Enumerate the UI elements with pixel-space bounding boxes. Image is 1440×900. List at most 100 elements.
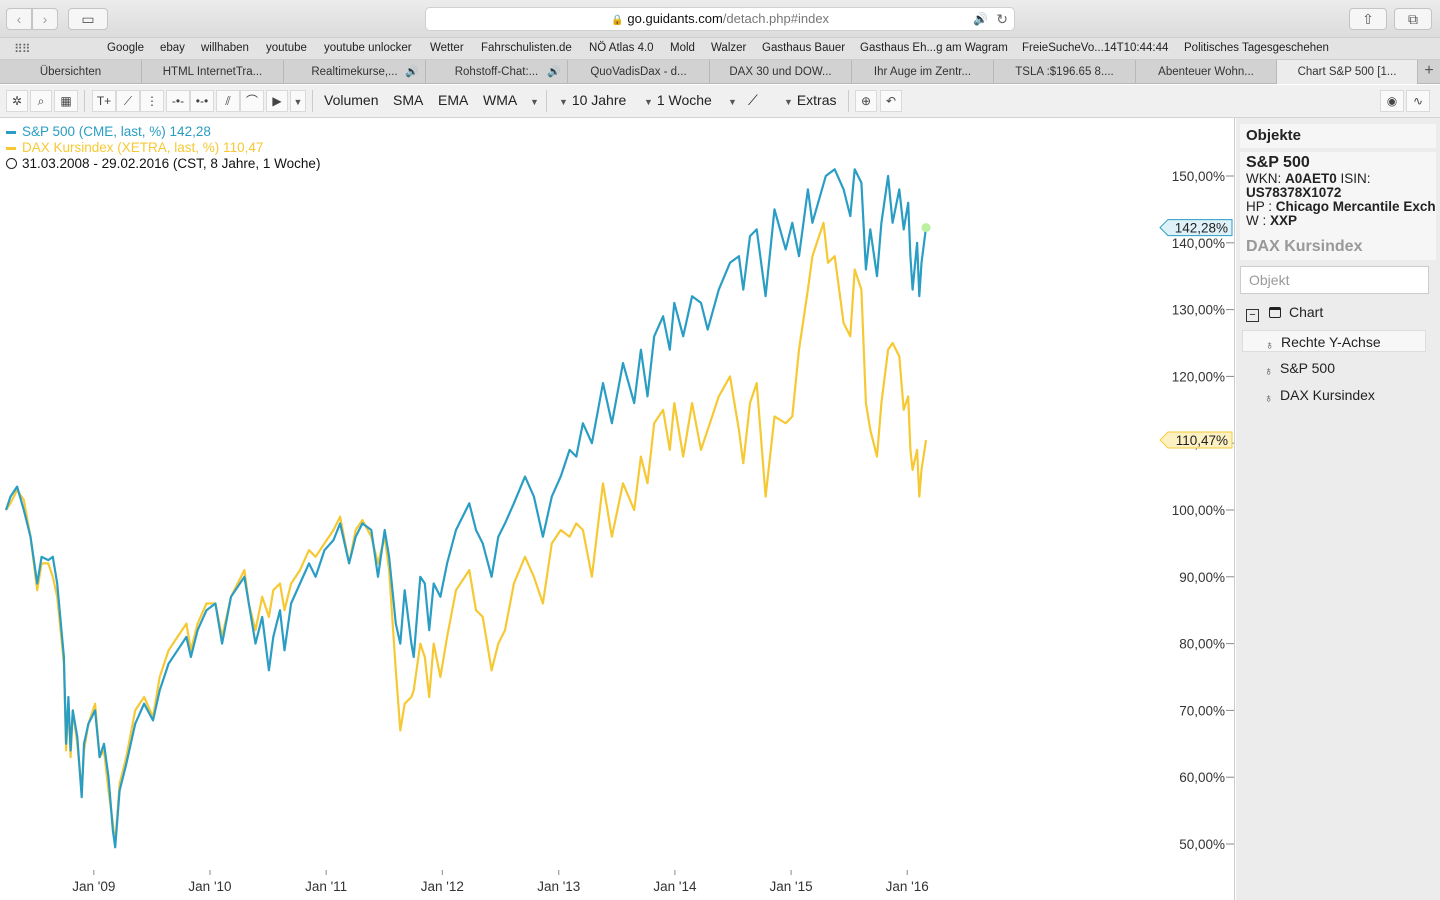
clock-icon [6, 158, 17, 169]
undo-icon[interactable]: ↶ [880, 90, 902, 112]
speaker-icon[interactable]: 🔊 [547, 60, 561, 84]
bookmark[interactable]: Politisches Tagesgeschehen [1184, 42, 1329, 54]
share-icon: ⇧ [1362, 11, 1374, 27]
arc-tool-icon[interactable]: ⌒ [240, 90, 264, 112]
volume-button[interactable]: Volumen [318, 90, 384, 112]
objects-panel: Objekte S&P 500 WKN: A0AET0 ISIN: US7837… [1236, 118, 1440, 900]
legend-item-sp500[interactable]: S&P 500 (CME, last, %) 142,28 [6, 124, 320, 140]
chart-canvas[interactable]: 50,00% 60,00% 70,00% 80,00% 90,00% 100,00% 110… [0, 118, 1234, 900]
chart-legend: S&P 500 (CME, last, %) 142,28 DAX Kursin… [6, 124, 320, 172]
bookmark[interactable]: NÖ Atlas 4.0 [589, 42, 654, 54]
speaker-icon[interactable]: 🔊 [405, 60, 419, 84]
share-button[interactable]: ⇧ [1349, 8, 1387, 30]
bookmark[interactable]: Gasthaus Bauer [762, 42, 845, 54]
tab-overview-button[interactable]: ⧉ [1394, 8, 1432, 30]
bookmark[interactable]: Gasthaus Eh...g am Wagram [860, 42, 1008, 54]
new-tab-button[interactable]: + [1418, 60, 1440, 84]
browser-tab-active[interactable]: Chart S&P 500 [1... [1277, 60, 1418, 84]
legend-item-dax[interactable]: DAX Kursindex (XETRA, last, %) 110,47 [6, 140, 320, 156]
reload-icon[interactable]: ↻ [996, 8, 1008, 30]
tab-label: DAX 30 und DOW... [729, 66, 832, 78]
toolbar-divider [848, 90, 849, 112]
series-line-sp500[interactable] [4, 168, 928, 849]
apps-grid-icon[interactable]: ⠿⠿ [14, 42, 31, 56]
address-bar[interactable]: 🔒 go.guidants.com/detach.php#index 🔊 ↻ [425, 7, 1015, 31]
bookmark[interactable]: willhaben [201, 42, 249, 54]
tree-item-sp500[interactable]: ♁ S&P 500 [1242, 357, 1426, 379]
browser-tab[interactable]: Abenteuer Wohn... [1136, 60, 1277, 84]
bookmark[interactable]: Google [107, 42, 144, 54]
instrument-name: S&P 500 [1246, 154, 1310, 171]
wkn-label: WKN: [1246, 171, 1282, 186]
sidebar-toggle-button[interactable]: ▭ [68, 8, 108, 30]
channel-tool-icon[interactable]: ⫽ [216, 90, 240, 112]
tree-item-dax[interactable]: ♁ DAX Kursindex [1242, 384, 1426, 406]
bookmark[interactable]: Fahrschulisten.de [481, 42, 572, 54]
line-chart-icon[interactable]: ⟋ [742, 90, 764, 112]
extras-select[interactable]: ▼ Extras [778, 90, 843, 112]
interval-select[interactable]: ▼ 1 Woche [638, 90, 718, 112]
zoom-search-icon[interactable]: ⌕ [30, 90, 52, 112]
bookmark[interactable]: youtube unlocker [324, 42, 412, 54]
object-search-input[interactable]: Objekt [1240, 266, 1429, 294]
tree-item-right-y-axis[interactable]: ♁ Rechte Y-Achse [1242, 330, 1426, 352]
chart-type-dropdown[interactable]: ▼ [722, 90, 743, 112]
y-tick-label: 100,00% [1172, 503, 1225, 518]
forward-button[interactable]: › [32, 8, 58, 30]
instrument-ids: WKN: A0AET0 ISIN: [1246, 172, 1430, 186]
bookmark[interactable]: Wetter [430, 42, 464, 54]
url-path: /detach.php#index [722, 11, 830, 26]
tree-label: Rechte Y-Achse [1281, 334, 1381, 350]
last-value-text: 142,28% [1175, 221, 1228, 236]
arrow-tool-icon[interactable]: ▶ [266, 90, 288, 112]
tools-dropdown-icon[interactable]: ▼ [290, 90, 306, 112]
segment-tool-icon[interactable]: •-• [190, 90, 214, 112]
audio-icon[interactable]: 🔊 [973, 8, 988, 30]
time-range-select[interactable]: ▼ 10 Jahre [553, 90, 632, 112]
series-line-dax[interactable] [5, 221, 928, 846]
ema-button[interactable]: EMA [432, 90, 474, 112]
indicator-dropdown[interactable]: ▼ [524, 90, 545, 112]
horizontal-line-tool-icon[interactable]: -•- [166, 90, 190, 112]
tree-node-chart[interactable]: − Chart [1246, 304, 1323, 322]
browser-tab[interactable]: HTML InternetTra... [142, 60, 284, 84]
text-tool-icon[interactable]: T+ [92, 90, 116, 112]
chevron-down-icon: ▼ [784, 97, 793, 107]
browser-tab[interactable]: Ihr Auge im Zentr... [852, 60, 994, 84]
sidebar-icon: ▭ [81, 11, 95, 27]
wma-button[interactable]: WMA [477, 90, 523, 112]
tree-label: S&P 500 [1280, 360, 1336, 376]
last-value-label-dax: 110,47% [1159, 431, 1233, 449]
fibonacci-tool-icon[interactable]: ⋮ [140, 90, 164, 112]
browser-tab[interactable]: TSLA :$196.65 8.... [994, 60, 1136, 84]
secondary-instrument[interactable]: DAX Kursindex [1246, 239, 1430, 255]
bookmark[interactable]: Walzer [711, 42, 746, 54]
browser-tab[interactable]: Rohstoff-Chat:... 🔊 [426, 60, 568, 84]
bookmark[interactable]: FreieSucheVo...14T10:44:44 [1022, 42, 1168, 54]
w-value: XXP [1270, 213, 1298, 228]
chart-area[interactable]: 50,00% 60,00% 70,00% 80,00% 90,00% 100,00% 110… [0, 118, 1235, 900]
bookmark[interactable]: Mold [670, 42, 695, 54]
back-button[interactable]: ‹ [6, 8, 32, 30]
browser-tab[interactable]: Übersichten [0, 60, 142, 84]
browser-tab[interactable]: QuoVadisDax - d... [568, 60, 710, 84]
browser-tab[interactable]: DAX 30 und DOW... [710, 60, 852, 84]
bookmark[interactable]: ebay [160, 42, 185, 54]
settings-icon[interactable]: ✲ [6, 90, 28, 112]
collapse-icon[interactable]: − [1246, 309, 1259, 322]
period-label: 31.03.2008 - 29.02.2016 (CST, 8 Jahre, 1… [22, 156, 321, 171]
tab-label: HTML InternetTra... [162, 66, 263, 78]
layout-grid-icon[interactable]: ▦ [54, 90, 78, 112]
tab-label: Abenteuer Wohn... [1158, 66, 1254, 78]
browser-tab[interactable]: Realtimekurse,... 🔊 [284, 60, 426, 84]
trendline-tool-icon[interactable]: ⟋ [116, 90, 140, 112]
x-tick-label: Jan '16 [886, 879, 929, 894]
bookmark[interactable]: youtube [266, 42, 307, 54]
zoom-in-icon[interactable]: ⊕ [855, 90, 877, 112]
indicator-panel-icon[interactable]: ∿ [1406, 90, 1430, 112]
objects-toggle-icon[interactable]: ◉ [1380, 90, 1404, 112]
y-tick-label: 70,00% [1179, 703, 1225, 718]
extras-label: Extras [796, 92, 837, 108]
isin-value: US78378X1072 [1246, 185, 1342, 200]
sma-button[interactable]: SMA [387, 90, 429, 112]
